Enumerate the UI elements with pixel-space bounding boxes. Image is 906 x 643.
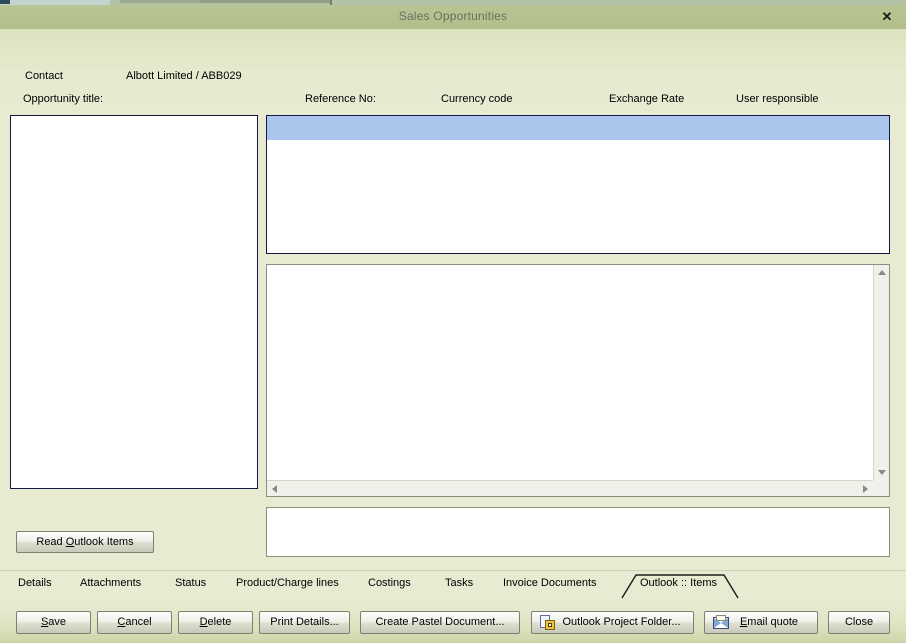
tab-product-charge-lines[interactable]: Product/Charge lines <box>236 577 339 589</box>
contact-value: Albott Limited / ABB029 <box>126 70 242 82</box>
delete-button[interactable]: Delete <box>178 611 253 634</box>
scroll-left-arrow-icon[interactable] <box>272 485 277 493</box>
user-responsible-label: User responsible <box>736 93 819 105</box>
window-title: Sales Opportunities <box>398 9 508 23</box>
read-outlook-items-label: Read Outlook Items <box>36 536 134 548</box>
scroll-down-arrow-icon[interactable] <box>878 470 886 475</box>
header-fields-area: Contact Albott Limited / ABB029 Opportun… <box>0 29 906 127</box>
tab-outlook-items[interactable]: Outlook :: Items <box>628 574 729 593</box>
outlook-folder-icon <box>540 615 556 631</box>
print-details-button[interactable]: Print Details... <box>259 611 350 634</box>
reference-no-label: Reference No: <box>305 93 376 105</box>
window-titlebar: Sales Opportunities ✕ <box>0 5 906 29</box>
outlook-project-folder-label: Outlook Project Folder... <box>562 616 681 628</box>
tab-invoice-documents[interactable]: Invoice Documents <box>503 577 597 589</box>
tab-tasks[interactable]: Tasks <box>445 577 473 589</box>
contact-label: Contact <box>25 70 63 82</box>
tab-costings[interactable]: Costings <box>368 577 411 589</box>
opportunity-title-label: Opportunity title: <box>23 93 104 105</box>
icon-part <box>548 623 552 627</box>
tabstrip-divider <box>0 570 906 571</box>
outlook-items-list[interactable] <box>10 115 258 489</box>
save-button-label: Save <box>40 616 67 628</box>
currency-code-label: Currency code <box>441 93 513 105</box>
exchange-rate-label: Exchange Rate <box>609 93 685 105</box>
create-pastel-document-button[interactable]: Create Pastel Document... <box>360 611 520 634</box>
cancel-button-label: Cancel <box>117 616 152 628</box>
preview-vertical-scrollbar[interactable] <box>873 265 889 480</box>
background-segment <box>0 0 10 4</box>
read-outlook-items-button[interactable]: Read Outlook Items <box>16 531 154 553</box>
preview-pane[interactable] <box>266 264 890 497</box>
icon-part <box>716 615 726 621</box>
icon-part <box>545 620 555 630</box>
envelope-icon <box>713 615 729 631</box>
main-body-area: Read Outlook Items <box>0 107 906 570</box>
delete-button-label: Delete <box>199 616 232 628</box>
scroll-right-arrow-icon[interactable] <box>863 485 868 493</box>
tab-details[interactable]: Details <box>18 577 52 589</box>
cancel-button[interactable]: Cancel <box>97 611 172 634</box>
save-button[interactable]: Save <box>16 611 91 634</box>
sales-opportunities-dialog: Sales Opportunities ✕ Contact Albott Lim… <box>0 5 906 643</box>
close-icon[interactable]: ✕ <box>876 7 898 27</box>
preview-horizontal-scrollbar[interactable] <box>267 480 873 496</box>
close-button-footer[interactable]: Close <box>828 611 890 634</box>
footer-button-bar: Save Cancel Delete Print Details... Crea… <box>0 602 906 643</box>
items-grid[interactable] <box>266 115 890 254</box>
notes-pane[interactable] <box>266 507 890 557</box>
items-grid-selected-row[interactable] <box>267 116 889 140</box>
tab-attachments[interactable]: Attachments <box>80 577 141 589</box>
tab-status[interactable]: Status <box>175 577 206 589</box>
scrollbar-corner <box>873 480 889 496</box>
email-quote-label: Email quote <box>739 616 799 628</box>
outlook-project-folder-button[interactable]: Outlook Project Folder... <box>531 611 694 634</box>
background-segment <box>120 0 200 3</box>
scroll-up-arrow-icon[interactable] <box>878 270 886 275</box>
tab-strip: Details Attachments Status Product/Charg… <box>0 570 906 602</box>
email-quote-button[interactable]: Email quote <box>704 611 818 634</box>
background-segment <box>200 0 330 3</box>
